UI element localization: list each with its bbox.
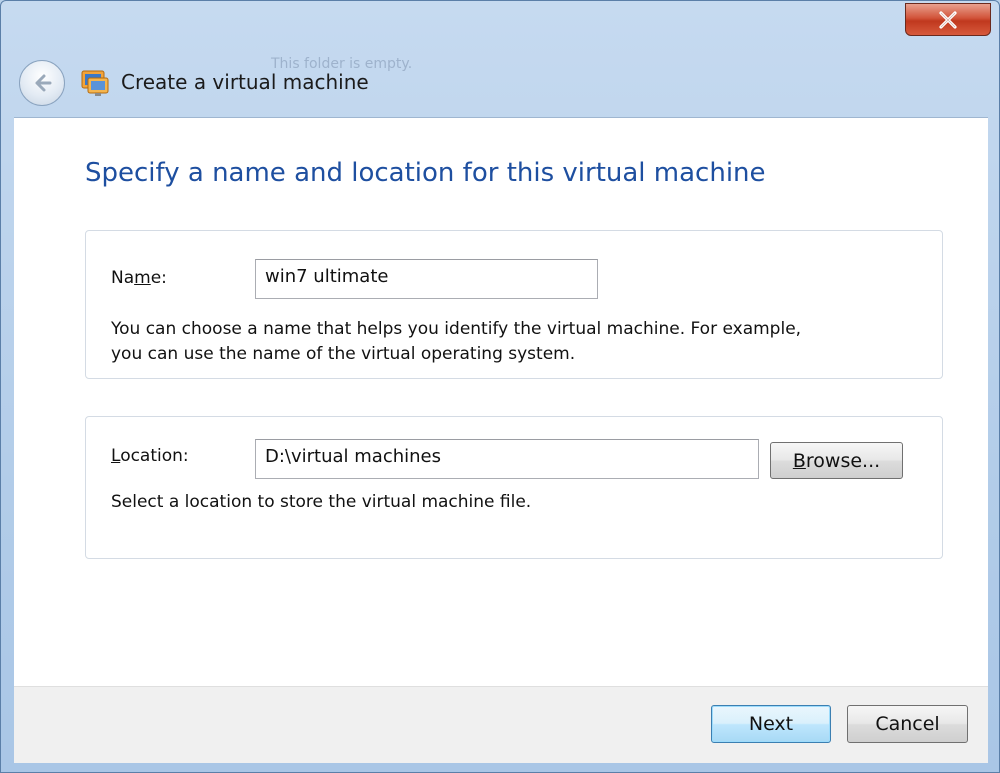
name-group: Name: win7 ultimate You can choose a nam… <box>85 230 943 379</box>
cancel-button[interactable]: Cancel <box>847 705 968 743</box>
location-label-post: ocation: <box>120 446 189 466</box>
browse-button[interactable]: Browse... <box>770 442 903 479</box>
location-input[interactable]: D:\virtual machines <box>255 439 759 479</box>
window-title: Create a virtual machine <box>121 70 369 94</box>
close-button[interactable] <box>905 3 991 36</box>
name-label-accel: m <box>134 268 151 288</box>
close-icon <box>939 10 957 29</box>
browse-label: rowse... <box>805 449 881 472</box>
virtual-machine-icon <box>81 70 109 96</box>
location-help-text: Select a location to store the virtual m… <box>111 492 532 512</box>
browse-accel: B <box>792 449 806 472</box>
location-group: Location: D:\virtual machines Browse... … <box>85 416 943 559</box>
wizard-footer: Next Cancel <box>14 686 988 763</box>
name-help-text: You can choose a name that helps you ide… <box>111 317 801 367</box>
location-label-accel: L <box>111 446 121 466</box>
next-button[interactable]: Next <box>711 705 831 743</box>
name-label: Name: <box>111 268 167 288</box>
location-label: Location: <box>111 446 189 466</box>
name-help-line-2: you can use the name of the virtual oper… <box>111 344 576 364</box>
name-input[interactable]: win7 ultimate <box>255 259 598 299</box>
name-label-pre: Na <box>111 268 135 288</box>
back-arrow-icon <box>35 74 52 92</box>
name-help-line-1: You can choose a name that helps you ide… <box>111 319 802 339</box>
dialog-window: This folder is empty. Create a virtual m… <box>0 0 1000 773</box>
wizard-content: Specify a name and location for this vir… <box>14 117 988 686</box>
back-button[interactable] <box>19 60 65 106</box>
name-label-post: e: <box>150 268 167 288</box>
page-heading: Specify a name and location for this vir… <box>85 158 766 188</box>
